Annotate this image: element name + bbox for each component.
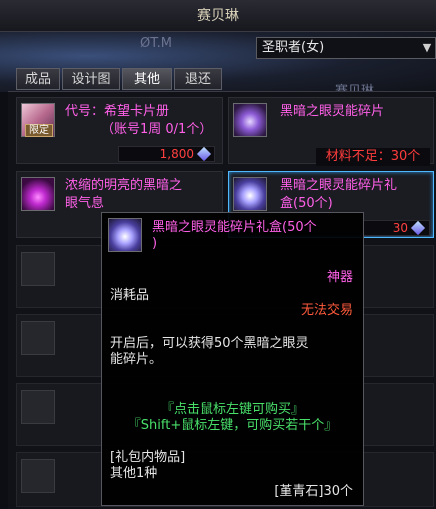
tooltip-title: 黑暗之眼灵能碎片礼盒(50个 xyxy=(152,220,317,235)
item-name-line2: 盒(50个) xyxy=(280,196,333,211)
item-name: 黑暗之眼灵能碎片 xyxy=(280,104,385,119)
chevron-down-icon[interactable]: ▼ xyxy=(418,37,436,59)
insufficient-materials-label: 材料不足：30个 xyxy=(316,148,430,166)
crystal-gift-box-icon xyxy=(108,218,142,252)
crystal-gift-box-icon xyxy=(233,177,267,211)
item-name: 代号：希望卡片册 xyxy=(65,104,170,119)
tooltip-cost: [堇青石]30个 xyxy=(274,484,353,499)
item-slot xyxy=(21,459,55,493)
dark-crystal-icon xyxy=(233,103,267,137)
tooltip-description-line2: 能碎片。 xyxy=(110,352,163,367)
item-slot xyxy=(21,390,55,424)
item-slot xyxy=(21,252,55,286)
item-slot xyxy=(21,321,55,355)
tooltip-item-type: 消耗品 xyxy=(110,288,150,303)
item-name: 黑暗之眼灵能碎片礼 xyxy=(280,178,398,193)
tooltip-trade-status: 无法交易 xyxy=(300,303,353,318)
banner-text: ØT.M xyxy=(140,36,172,51)
item-price: 30 xyxy=(392,221,408,235)
tooltip-contents-value: 其他1种 xyxy=(110,466,158,481)
tooltip-description: 开启后，可以获得50个黑暗之眼灵 xyxy=(110,336,309,351)
tab-blueprint[interactable]: 设计图 xyxy=(62,68,120,90)
item-price: 1,800 xyxy=(159,147,194,161)
tab-return[interactable]: 退还 xyxy=(174,68,222,90)
tooltip-title-line2: ) xyxy=(152,236,158,251)
item-name-line2: 眼气息 xyxy=(65,196,105,211)
job-select-value: 圣职者(女) xyxy=(262,40,325,55)
tooltip-contents-label: [礼包内物品] xyxy=(110,450,186,465)
item-name-limit: （账号1周 0/1个） xyxy=(101,122,213,137)
window-title: 赛贝琳 xyxy=(197,8,239,24)
dark-aura-icon xyxy=(21,177,55,211)
tooltip-grade: 神器 xyxy=(326,270,353,285)
tab-finished[interactable]: 成品 xyxy=(16,68,60,90)
tooltip-hint-shift-click: 『Shift+鼠标左键，可购买若干个』 xyxy=(127,418,338,433)
item-name: 浓缩的明亮的黑暗之 xyxy=(65,178,183,193)
tab-other[interactable]: 其他 xyxy=(122,68,172,90)
tooltip-hint-click: 『点击鼠标左键可购买』 xyxy=(160,402,304,417)
limited-badge: 限定 xyxy=(25,124,53,137)
